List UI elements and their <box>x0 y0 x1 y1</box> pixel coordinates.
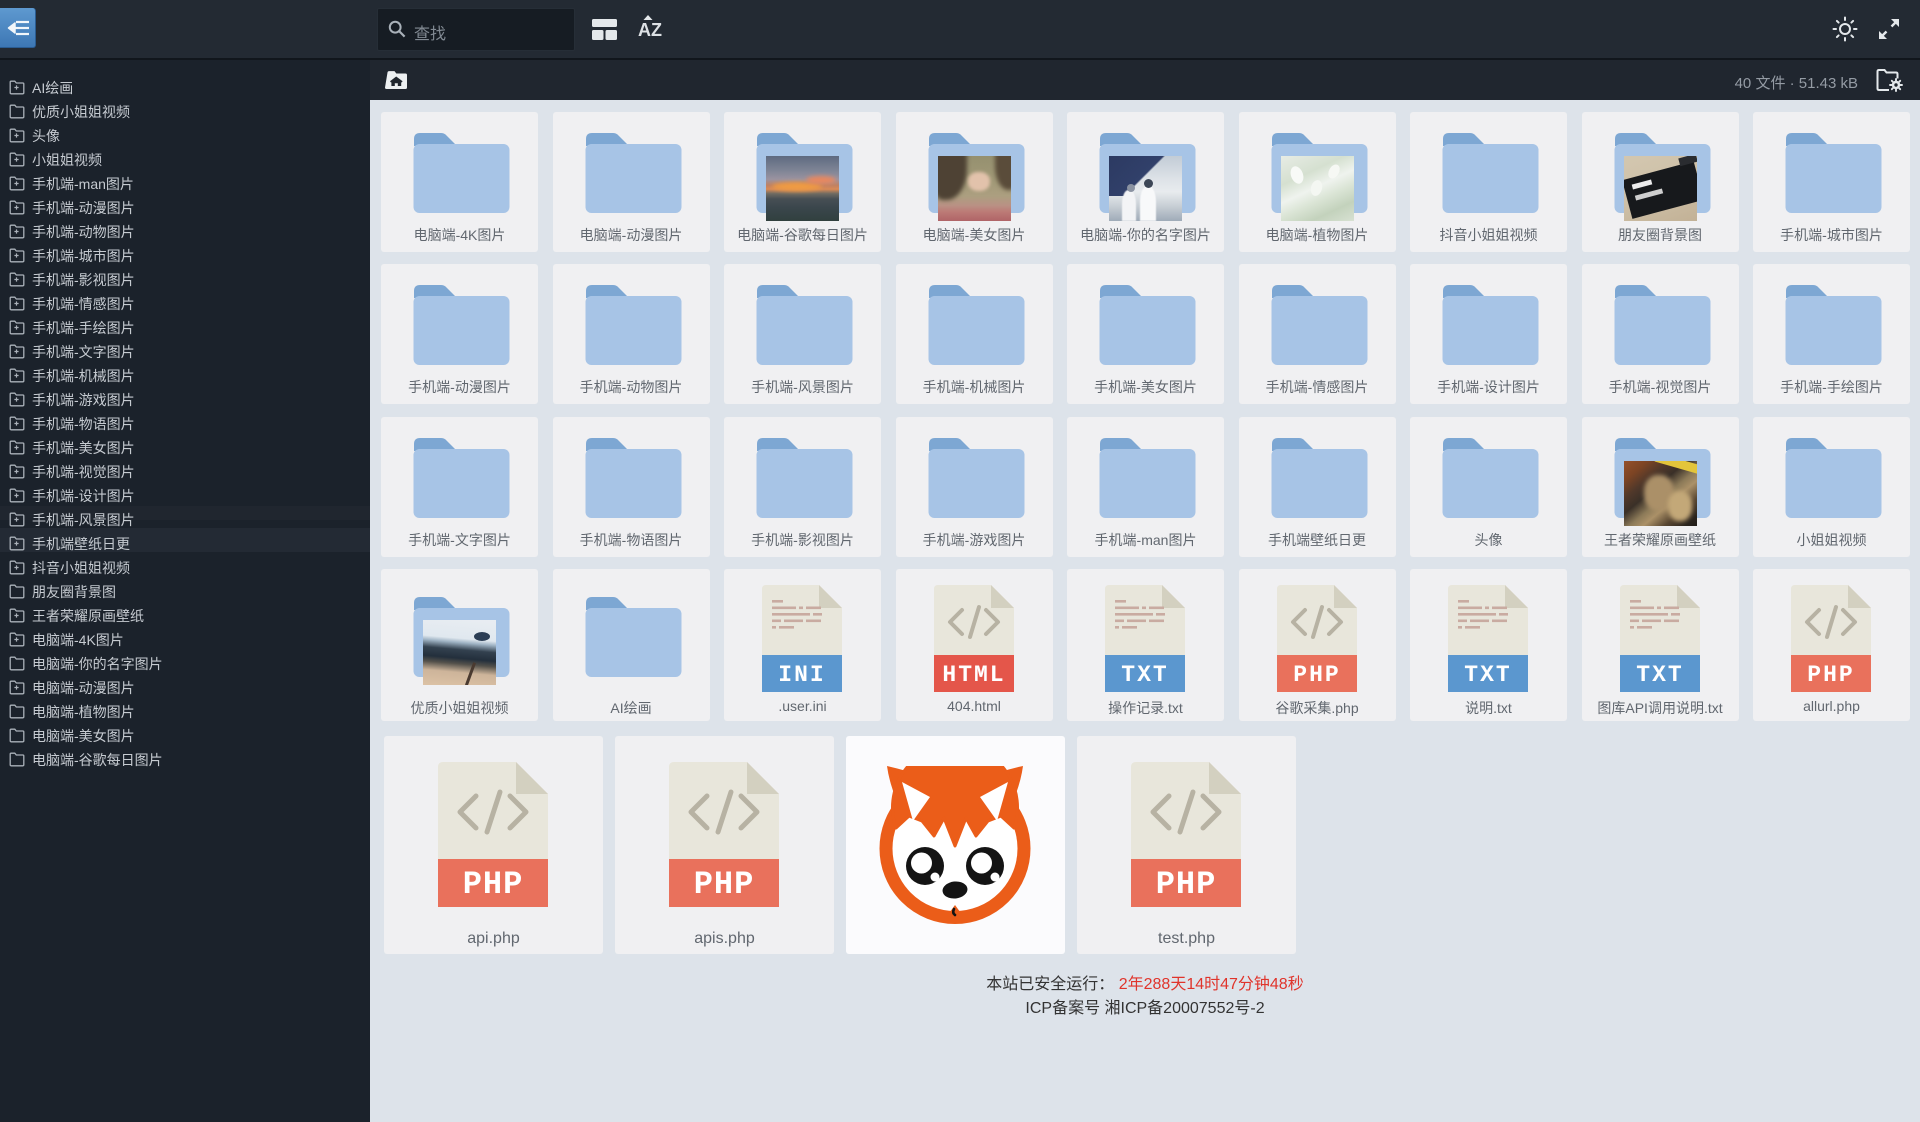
svg-text:AZ: AZ <box>638 20 662 39</box>
svg-text:TXT: TXT <box>1464 662 1511 688</box>
svg-text:PHP: PHP <box>1807 662 1854 688</box>
svg-text:PHP: PHP <box>1156 866 1217 903</box>
svg-text:TXT: TXT <box>1121 662 1168 688</box>
svg-text:PHP: PHP <box>463 866 524 903</box>
svg-text:HTML: HTML <box>942 662 1005 688</box>
svg-text:INI: INI <box>778 662 825 688</box>
svg-text:PHP: PHP <box>694 866 755 903</box>
svg-text:TXT: TXT <box>1636 662 1683 688</box>
svg-text:PHP: PHP <box>1293 662 1340 688</box>
